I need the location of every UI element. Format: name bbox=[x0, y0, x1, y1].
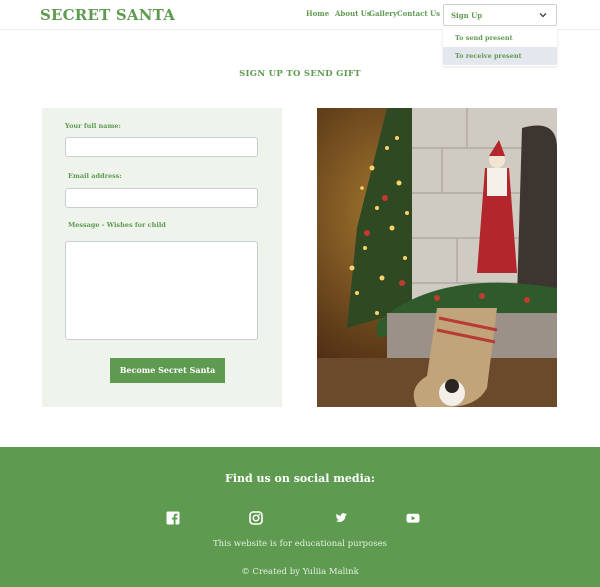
footer-title: Find us on social media: bbox=[225, 472, 375, 485]
facebook-icon[interactable] bbox=[166, 511, 180, 525]
footer-note: This website is for educational purposes bbox=[213, 539, 387, 549]
email-input[interactable] bbox=[65, 188, 258, 208]
chevron-down-icon bbox=[539, 13, 547, 18]
menu-item-send-present[interactable]: To send present bbox=[443, 29, 557, 47]
nav-link-about[interactable]: About Us bbox=[335, 9, 371, 18]
message-label: Message - Wishes for child bbox=[68, 221, 166, 229]
page-title: SIGN UP TO SEND GIFT bbox=[239, 69, 361, 79]
signup-select[interactable]: Sign Up bbox=[443, 4, 557, 26]
message-textarea[interactable] bbox=[65, 241, 258, 340]
menu-item-receive-present[interactable]: To receive present bbox=[443, 47, 557, 65]
nav-link-home[interactable]: Home bbox=[306, 9, 329, 18]
site-footer: Find us on social media: This website is… bbox=[0, 447, 600, 587]
nav-link-contact[interactable]: Contact Us bbox=[397, 9, 440, 18]
brand-logo[interactable]: SECRET SANTA bbox=[40, 6, 175, 24]
christmas-stocking-photo bbox=[317, 108, 557, 407]
nav-link-gallery[interactable]: Gallery bbox=[369, 9, 397, 18]
full-name-label: Your full name: bbox=[65, 122, 121, 130]
become-secret-santa-button[interactable]: Become Secret Santa bbox=[110, 358, 225, 383]
twitter-icon[interactable] bbox=[334, 511, 348, 525]
full-name-input[interactable] bbox=[65, 137, 258, 157]
footer-credit: © Created by Yuliia Malink bbox=[241, 567, 359, 577]
signup-menu: To send present To receive present bbox=[443, 28, 557, 66]
youtube-icon[interactable] bbox=[406, 511, 420, 525]
instagram-icon[interactable] bbox=[249, 511, 263, 525]
signup-select-value: Sign Up bbox=[451, 11, 483, 20]
email-label: Email address: bbox=[68, 172, 122, 180]
